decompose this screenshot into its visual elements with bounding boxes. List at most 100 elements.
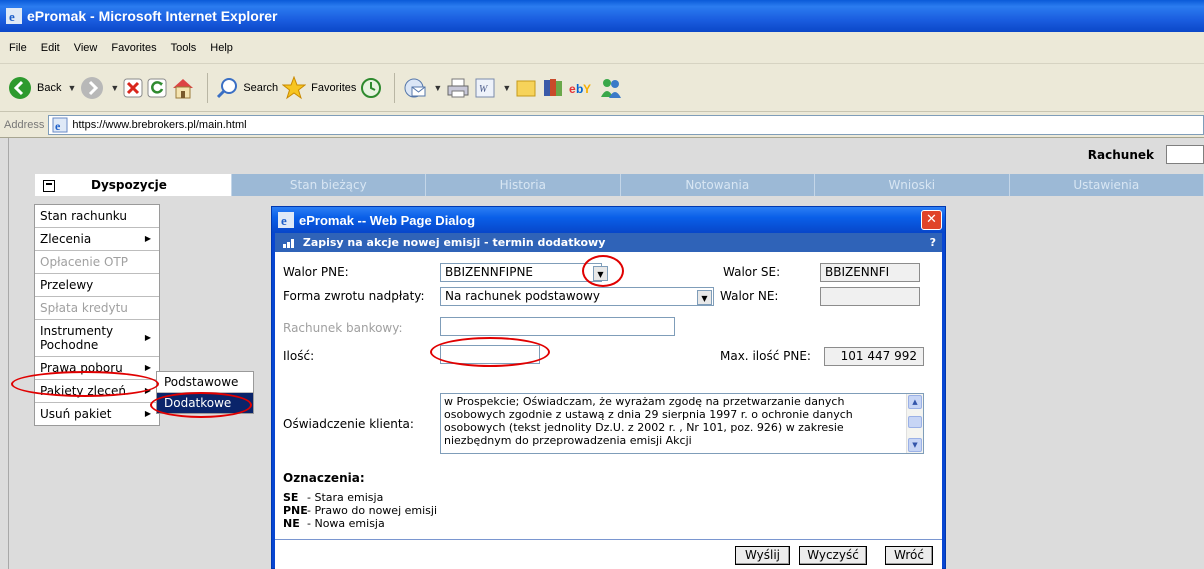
forma-zwrotu-label: Forma zwrotu nadpłaty: [283,289,425,303]
oswiadczenie-textarea[interactable]: w Prospekcie; Oświadczam, że wyrażam zgo… [440,393,924,454]
submenu-item-podstawowe[interactable]: Podstawowe [157,372,253,393]
mail-icon [404,78,426,97]
chevron-down-icon[interactable]: ▼ [67,83,76,93]
back-button[interactable]: Back ▼ [8,71,76,105]
home-button[interactable] [171,71,195,105]
submenu-arrow-icon: ▶ [144,333,151,342]
forward-arrow-icon [81,76,104,99]
tab-notowania[interactable]: Notowania [620,174,816,196]
browser-title-bar[interactable]: e ePromak - Microsoft Internet Explorer [0,0,1204,32]
chevron-down-icon[interactable]: ▼ [502,83,511,93]
scrollbar[interactable]: ▲ ▼ [906,394,923,453]
tab-historia[interactable]: Historia [426,174,621,196]
messenger-button[interactable] [599,71,623,105]
discuss-button[interactable] [515,71,537,105]
search-button[interactable]: Search [216,71,278,105]
forward-button[interactable]: ▼ [80,71,119,105]
legend-desc: - Prawo do nowej emisji [307,504,438,517]
sidebar-item-label: Przelewy [40,278,94,292]
menu-help[interactable]: Help [203,42,240,54]
oswiadczenie-text: w Prospekcie; Oświadczam, że wyrażam zgo… [444,395,853,447]
submenu-item-dodatkowe[interactable]: Dodatkowe [157,393,253,413]
tab-dyspozycje[interactable]: Dyspozycje [35,174,232,196]
web-page-dialog: e ePromak -- Web Page Dialog ✕ Zapisy na… [271,206,946,569]
sidebar-item-pakiety-zlecen[interactable]: Pakiety zleceń ▶ [35,380,159,403]
tab-ustawienia[interactable]: Ustawienia [1009,174,1204,196]
scroll-up-icon[interactable]: ▲ [908,395,922,409]
collapse-icon[interactable] [43,179,55,192]
address-label: Address [4,118,45,131]
menu-file[interactable]: File [2,42,34,54]
stop-button[interactable] [123,71,143,105]
back-button[interactable]: Wróć [885,546,933,565]
edit-button[interactable]: W ▼ [474,71,511,105]
toolbar-separator [394,72,396,103]
sidebar-item-instrumenty-pochodne[interactable]: Instrumenty Pochodne ▶ [35,320,159,357]
word-icon: W [475,78,495,97]
menu-tools[interactable]: Tools [164,42,204,54]
menu-view[interactable]: View [67,42,105,54]
svg-text:e: e [9,9,15,24]
menu-bar: File Edit View Favorites Tools Help [0,32,1204,64]
ebay-button[interactable]: e b Y [569,71,595,105]
walor-ne-label: Walor NE: [720,289,779,303]
stop-icon [123,78,143,97]
sidebar-item-prawa-poboru[interactable]: Prawa poboru ▶ [35,357,159,380]
send-button[interactable]: Wyślij [735,546,790,565]
menu-favorites[interactable]: Favorites [104,42,163,54]
account-select[interactable] [1166,145,1204,164]
tab-stan-biezacy[interactable]: Stan bieżący [231,174,427,196]
rachunek-bankowy-label: Rachunek bankowy: [283,321,403,335]
side-menu: Stan rachunku Zlecenia ▶ Opłacenie OTP Pr… [34,204,160,426]
history-button[interactable] [360,71,382,105]
address-input[interactable]: e https://www.brebrokers.pl/main.html [48,114,1204,135]
menu-edit[interactable]: Edit [34,42,67,54]
svg-text:e: e [569,82,576,96]
submenu-arrow-icon: ▶ [144,363,151,372]
back-label: Back [37,81,62,94]
address-bar: Address e https://www.brebrokers.pl/main… [0,112,1204,138]
tab-wnioski[interactable]: Wnioski [815,174,1010,196]
favorites-button[interactable]: Favorites [282,71,356,105]
legend-item: NE - Nowa emisja [283,517,385,530]
ilosc-input[interactable] [440,345,540,364]
forma-zwrotu-select[interactable]: Na rachunek podstawowy [440,287,714,306]
page-icon: e [52,117,68,133]
max-ilosc-value: 101 447 992 [824,347,924,366]
mail-button[interactable]: ▼ [403,71,442,105]
history-icon [361,77,382,98]
scroll-down-icon[interactable]: ▼ [908,438,922,452]
legend-title: Oznaczenia: [283,471,365,485]
walor-se-label: Walor SE: [723,265,781,279]
chevron-down-icon[interactable]: ▼ [697,290,712,305]
close-icon: ✕ [926,212,937,227]
back-arrow-icon [9,76,31,99]
research-button[interactable] [541,71,565,105]
scroll-thumb[interactable] [908,416,922,428]
submenu-arrow-icon: ▶ [144,386,151,395]
clear-button[interactable]: Wyczyść [799,546,867,565]
chevron-down-icon[interactable]: ▼ [433,83,442,93]
sidebar-item-zlecenia[interactable]: Zlecenia ▶ [35,228,159,251]
walor-pne-select[interactable]: BBIZENNFIPNE [440,263,602,282]
print-button[interactable] [446,71,470,105]
dialog-title-bar[interactable]: e ePromak -- Web Page Dialog [272,207,945,233]
submenu-arrow-icon: ▶ [144,409,151,418]
sidebar-item-usun-pakiet[interactable]: Usuń pakiet ▶ [35,403,159,425]
sidebar-item-przelewy[interactable]: Przelewy [35,274,159,297]
close-button[interactable]: ✕ [921,210,942,230]
messenger-people-icon [601,78,622,98]
sidebar-item-label: Usuń pakiet [40,407,112,421]
search-icon [217,77,238,98]
help-button[interactable]: ? [930,233,936,252]
form-header: Zapisy na akcje nowej emisji - termin do… [275,233,942,252]
toolbar-separator [207,72,209,103]
sidebar-item-stan-rachunku[interactable]: Stan rachunku [35,205,159,228]
ilosc-label: Ilość: [283,349,315,363]
rachunek-bankowy-input[interactable] [440,317,675,336]
chevron-down-icon[interactable]: ▼ [110,83,119,93]
chevron-down-icon[interactable]: ▼ [593,266,608,281]
refresh-button[interactable] [147,71,167,105]
submenu-arrow-icon: ▶ [144,234,151,243]
folder-icon [516,80,536,96]
